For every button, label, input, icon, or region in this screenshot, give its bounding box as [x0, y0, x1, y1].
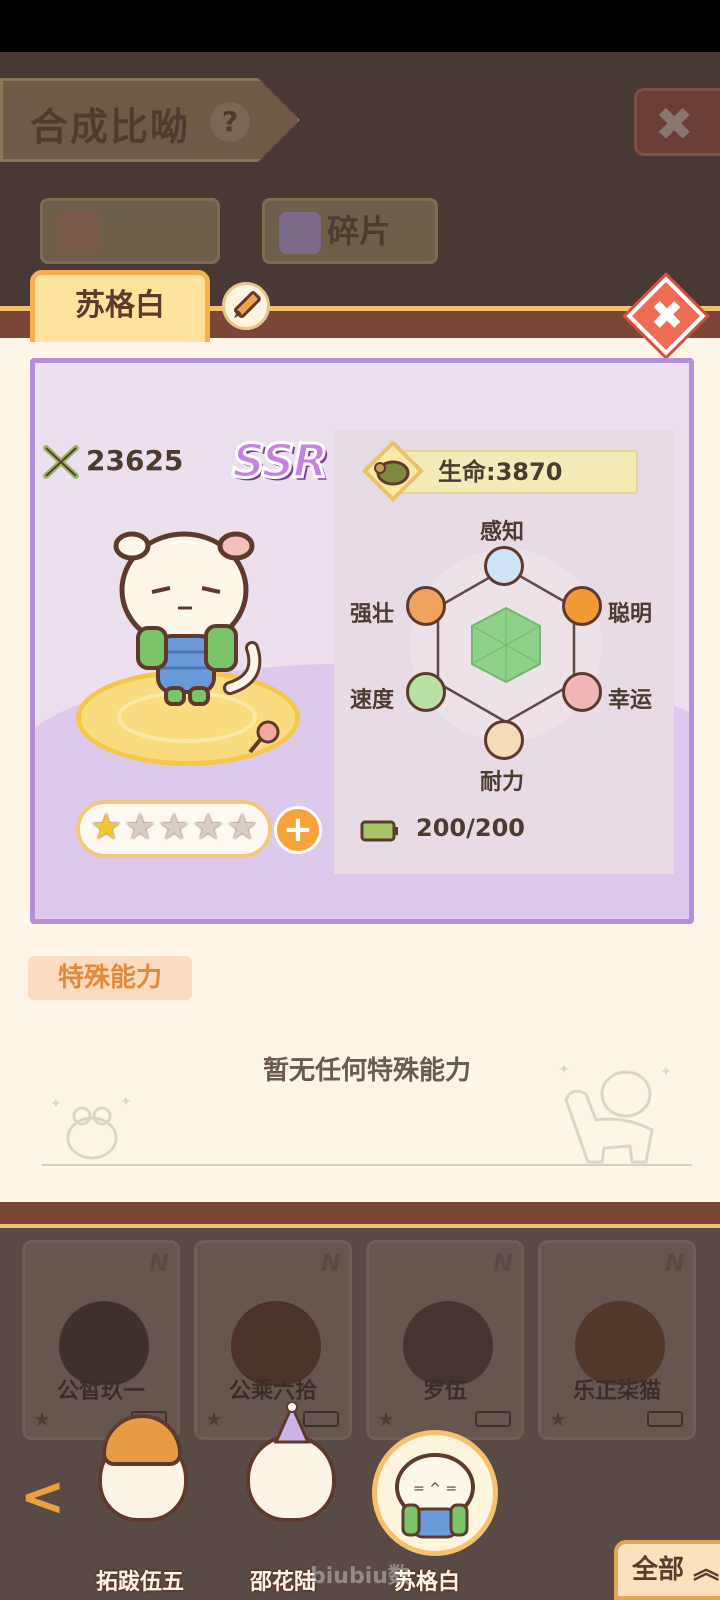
background-close-button[interactable]: ✖: [634, 88, 720, 156]
special-ability-title: 特殊能力: [28, 956, 192, 1000]
cat-avatar: = ^ =: [395, 1453, 475, 1539]
stat-speed: 速度: [350, 688, 395, 713]
carousel-label-1: 拓跋伍五: [96, 1570, 185, 1595]
stat-luck: 幸运: [608, 688, 653, 713]
game-screen: 合成比呦 ? ✖ biubiu 碎片 N 公皙玖一 ★ N 公乘六拾 ★ N 罗…: [0, 0, 720, 1600]
stat-perception: 感知: [480, 520, 525, 545]
filter-all-button[interactable]: 全部 ︽: [614, 1540, 720, 1600]
modal-bottom-band: [0, 1202, 720, 1228]
battery-icon: [360, 820, 398, 842]
turtle-icon: [361, 439, 425, 503]
cat-icon: [57, 212, 99, 254]
horse-icon: [562, 672, 602, 712]
edit-name-button[interactable]: [222, 282, 270, 330]
svg-text:✦: ✦: [50, 1096, 62, 1112]
ox-icon: [484, 720, 524, 760]
upgrade-stars-button[interactable]: +: [274, 806, 322, 854]
tab-biubiu[interactable]: biubiu: [40, 198, 220, 310]
ground-divider: [42, 1164, 692, 1166]
star-icon: ★: [124, 807, 157, 848]
watermark: biubiu数: [310, 1564, 410, 1589]
status-bar: [0, 0, 720, 52]
monkey-icon: [562, 586, 602, 626]
pacifier-icon: [248, 720, 280, 754]
help-icon[interactable]: ?: [210, 102, 250, 142]
rarity-badge: N: [492, 1249, 513, 1277]
stat-strong: 强壮: [350, 602, 395, 627]
svg-text:= ^ =: = ^ =: [413, 1481, 457, 1497]
star-icon: ★: [158, 807, 191, 848]
carousel-label-2: 邵花陆: [250, 1570, 317, 1595]
star-icon: ★: [33, 1407, 51, 1431]
card-name: 公皙玖一: [56, 1379, 145, 1404]
battery-icon: [475, 1411, 511, 1427]
svg-text:✦: ✦: [120, 1094, 132, 1110]
background-title: 合成比呦: [30, 105, 191, 149]
eagle-icon: [484, 546, 524, 586]
star-icon: ★: [192, 807, 225, 848]
rarity-label: SSR: [230, 433, 329, 490]
battery-icon: [647, 1411, 683, 1427]
card-name: 罗伍: [422, 1379, 467, 1404]
stat-smart: 聪明: [608, 602, 653, 627]
star-icon: ★: [226, 807, 259, 848]
character-card[interactable]: N 罗伍 ★: [366, 1240, 524, 1440]
star-icon: ★: [205, 1407, 223, 1431]
close-icon[interactable]: ✖: [646, 288, 688, 344]
character-card[interactable]: N 公皙玖一 ★: [22, 1240, 180, 1440]
power-value: 23625: [86, 444, 184, 477]
dog-icon: [406, 672, 446, 712]
party-hat-icon: [273, 1402, 311, 1444]
star-icon: ★: [549, 1407, 567, 1431]
chevron-left-icon[interactable]: <: [20, 1470, 65, 1524]
filter-label: 全部: [632, 1555, 685, 1585]
crossed-swords-icon: [43, 445, 79, 479]
fragments-icon: [279, 212, 321, 254]
character-name-tab: 苏格白: [30, 270, 210, 342]
frog-icon: ✦ ✦: [50, 1094, 132, 1160]
pencil-icon: [234, 291, 261, 318]
carousel-selected-highlight[interactable]: = ^ =: [372, 1430, 498, 1556]
cat-avatar: [246, 1434, 336, 1522]
character-sprite: [113, 531, 262, 706]
card-name: 公乘六拾: [228, 1379, 317, 1404]
energy-value: 200/200: [416, 814, 525, 842]
stat-endurance: 耐力: [480, 770, 525, 795]
character-card[interactable]: N 乐正柒猫 ★: [538, 1240, 696, 1440]
close-icon: ✖: [655, 97, 694, 151]
svg-text:✦: ✦: [660, 1064, 672, 1080]
card-name: 乐正柒猫: [572, 1379, 661, 1404]
rarity-badge: N: [320, 1249, 341, 1277]
rarity-badge: N: [148, 1249, 169, 1277]
svg-text:✦: ✦: [558, 1062, 570, 1078]
carousel-character-2[interactable]: [236, 1402, 346, 1522]
carousel-character-1[interactable]: [88, 1412, 198, 1522]
rarity-badge: N: [664, 1249, 685, 1277]
dinosaur-icon: ✦ ✦: [558, 1062, 672, 1164]
tiger-icon: [406, 586, 446, 626]
double-chevron-up-icon: ︽: [684, 1555, 720, 1585]
tiger-hat-icon: [102, 1414, 182, 1466]
tab-fragments[interactable]: 碎片: [262, 198, 438, 264]
star-icon: ★: [90, 807, 123, 848]
star-icon: ★: [377, 1407, 395, 1431]
tab-label: 碎片: [327, 212, 392, 250]
